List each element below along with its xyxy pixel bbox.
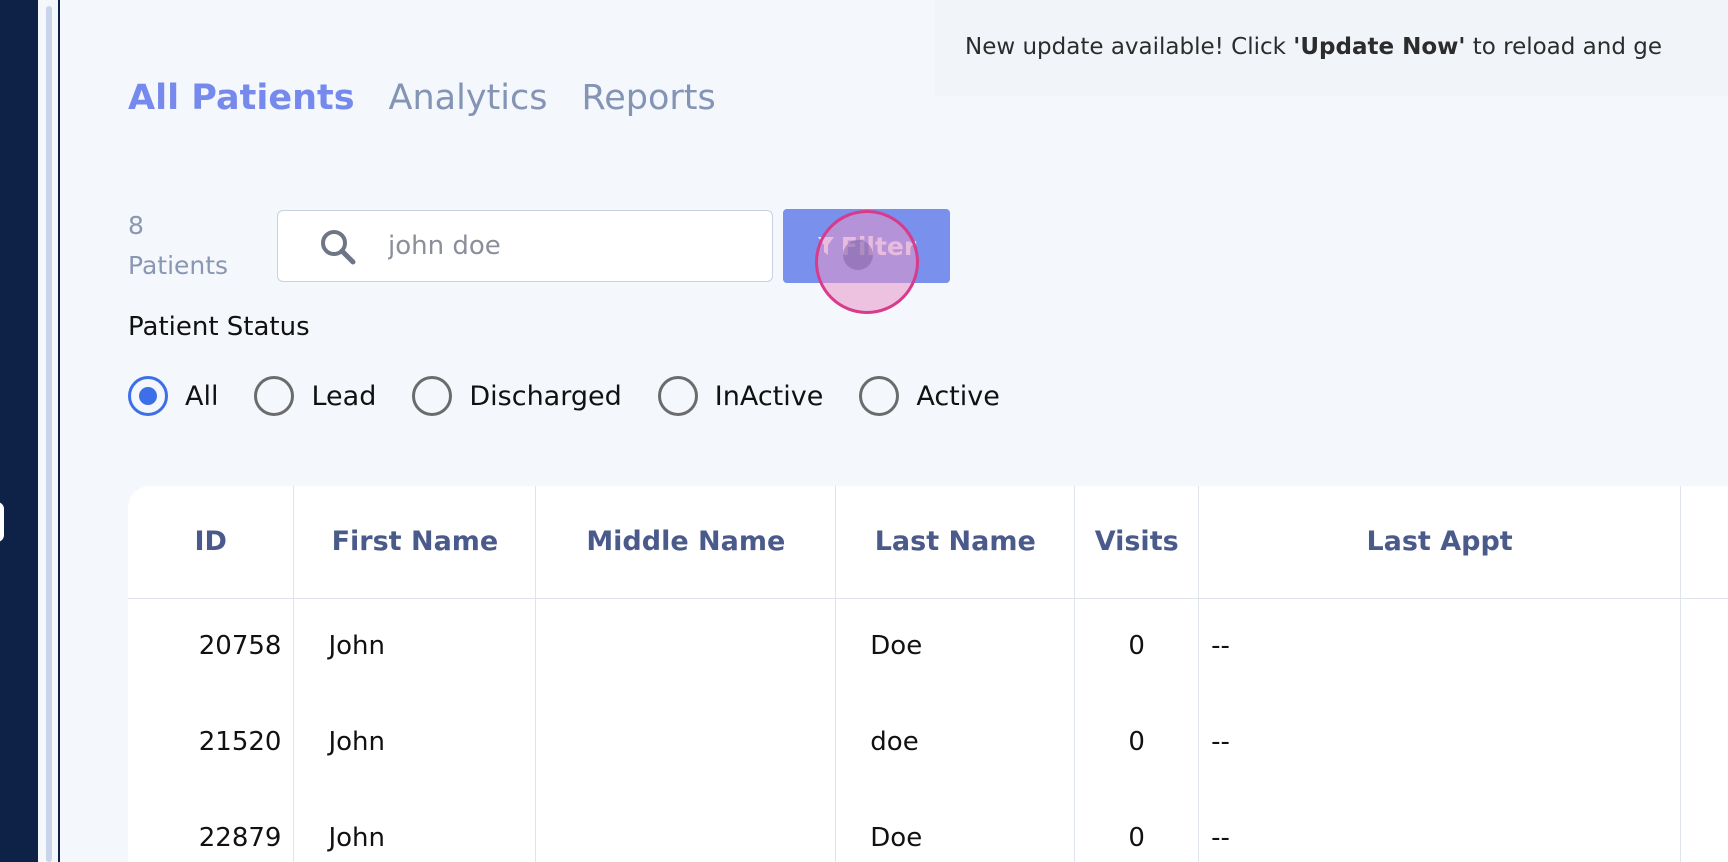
patients-table-card: ID First Name Middle Name Last Name Visi… <box>128 486 1728 862</box>
patients-table: ID First Name Middle Name Last Name Visi… <box>128 486 1728 862</box>
radio-status-active[interactable]: Active <box>859 376 1000 416</box>
cell-last-appt: -- <box>1198 790 1681 862</box>
cell-last-appt: -- <box>1198 598 1681 694</box>
cell-last-name: Doe <box>835 790 1076 862</box>
column-header-visits[interactable]: Visits <box>1074 486 1200 599</box>
tab-analytics[interactable]: Analytics <box>389 78 548 118</box>
radio-button[interactable] <box>254 376 295 416</box>
radio-label: Lead <box>311 380 377 412</box>
tab-all-patients[interactable]: All Patients <box>128 78 355 118</box>
cell-middle-name <box>535 694 837 790</box>
update-banner: New update available! Click 'Update Now'… <box>935 0 1728 96</box>
patient-count-number: 8 <box>128 211 144 240</box>
scrollbar-track[interactable] <box>38 0 60 862</box>
search-icon <box>321 230 356 265</box>
sidebar-rail <box>0 0 38 862</box>
cell-first-name: John <box>293 790 537 862</box>
update-banner-prefix: New update available! Click <box>965 34 1294 60</box>
cell-extra <box>1680 790 1728 862</box>
radio-button[interactable] <box>412 376 453 416</box>
radio-status-all[interactable]: All <box>128 376 218 416</box>
cell-id: 21520 <box>128 694 295 790</box>
cell-visits: 0 <box>1074 694 1200 790</box>
main-tabs: All Patients Analytics Reports <box>128 78 716 118</box>
radio-label: Discharged <box>469 380 622 412</box>
cell-first-name: John <box>293 598 537 694</box>
column-header-id[interactable]: ID <box>128 486 295 599</box>
column-header-first-name[interactable]: First Name <box>293 486 537 599</box>
scrollbar-thumb[interactable] <box>46 6 52 862</box>
column-header-extra <box>1680 486 1728 599</box>
cell-id: 20758 <box>128 598 295 694</box>
sidebar-handle[interactable] <box>0 502 4 542</box>
patient-status-radio-group: All Lead Discharged InActive Active <box>128 376 1036 416</box>
radio-button[interactable] <box>859 376 900 416</box>
table-row[interactable]: 22879 John Doe 0 -- <box>128 790 1728 862</box>
radio-button[interactable] <box>128 376 168 416</box>
table-row[interactable]: 20758 John Doe 0 -- <box>128 598 1728 694</box>
radio-button[interactable] <box>657 376 698 416</box>
filter-button[interactable]: Filter <box>783 209 950 283</box>
patient-status-label: Patient Status <box>128 312 310 342</box>
radio-label: InActive <box>714 380 824 412</box>
update-now-link[interactable]: 'Update Now' <box>1293 34 1465 60</box>
update-banner-suffix: to reload and ge <box>1465 34 1663 60</box>
search-input[interactable] <box>388 211 758 281</box>
cell-id: 22879 <box>128 790 295 862</box>
column-header-last-name[interactable]: Last Name <box>835 486 1076 599</box>
cell-visits: 0 <box>1074 790 1200 862</box>
cell-middle-name <box>535 598 837 694</box>
cell-last-name: doe <box>835 694 1076 790</box>
patient-count-label: Patients <box>128 251 229 280</box>
table-row[interactable]: 21520 John doe 0 -- <box>128 694 1728 790</box>
column-header-middle-name[interactable]: Middle Name <box>535 486 837 599</box>
radio-label: All <box>185 380 219 412</box>
radio-status-lead[interactable]: Lead <box>254 376 376 416</box>
cell-last-appt: -- <box>1198 694 1681 790</box>
radio-status-inactive[interactable]: InActive <box>657 376 824 416</box>
search-box[interactable] <box>277 210 773 282</box>
cell-first-name: John <box>293 694 537 790</box>
cell-extra <box>1680 694 1728 790</box>
column-header-last-appt[interactable]: Last Appt <box>1198 486 1681 599</box>
radio-status-discharged[interactable]: Discharged <box>412 376 622 416</box>
filter-icon <box>817 237 834 255</box>
filter-button-label: Filter <box>840 231 917 261</box>
cell-last-name: Doe <box>835 598 1076 694</box>
table-header-row: ID First Name Middle Name Last Name Visi… <box>128 486 1728 599</box>
radio-label: Active <box>916 380 1000 412</box>
tab-reports[interactable]: Reports <box>581 78 715 118</box>
patient-count: 8 Patients <box>128 206 228 286</box>
cell-visits: 0 <box>1074 598 1200 694</box>
cell-extra <box>1680 598 1728 694</box>
cell-middle-name <box>535 790 837 862</box>
